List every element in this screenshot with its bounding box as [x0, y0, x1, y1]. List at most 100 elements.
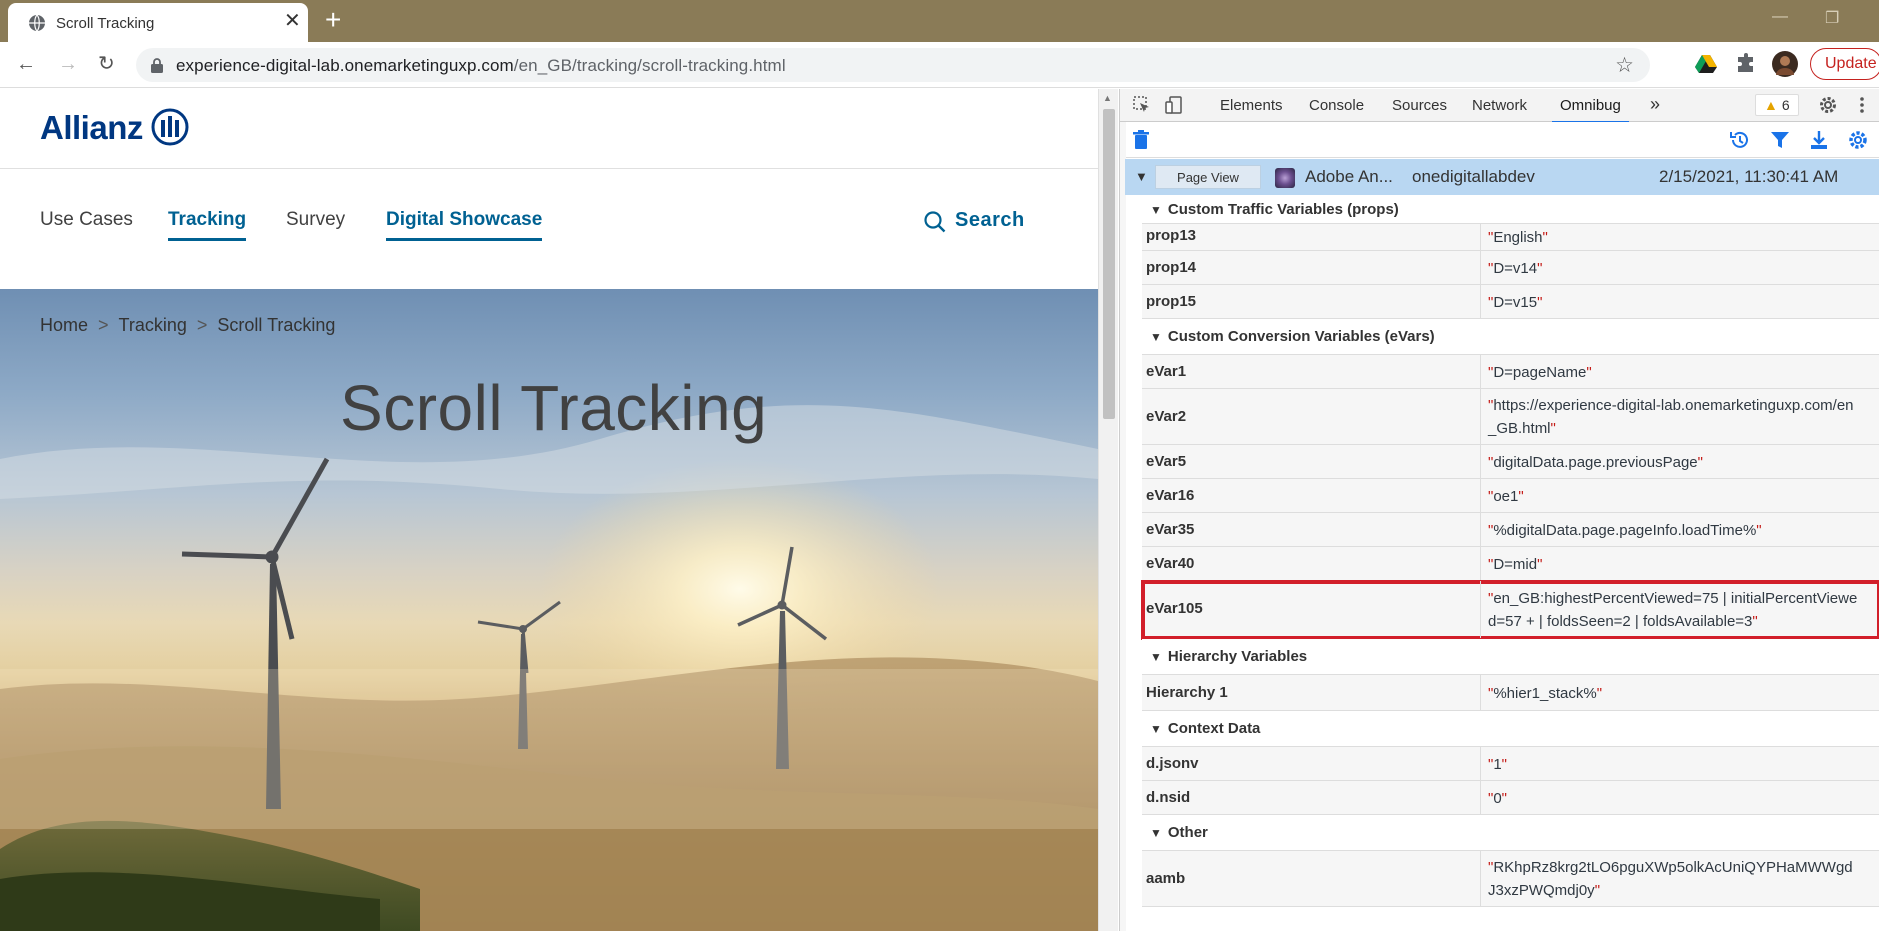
kebab-menu-icon[interactable]: [1852, 95, 1872, 115]
forward-icon[interactable]: →: [58, 52, 78, 76]
tab-elements[interactable]: Elements: [1220, 97, 1283, 114]
tab-sources[interactable]: Sources: [1392, 97, 1447, 114]
table-row: prop13 English: [1142, 224, 1879, 251]
new-tab-button[interactable]: +: [325, 6, 341, 34]
table-row: eVar1 D=pageName: [1142, 355, 1879, 389]
chevron-right-icon: >: [98, 315, 109, 335]
request-row[interactable]: ▼ Page View Adobe An... onedigitallabdev…: [1125, 159, 1879, 195]
tab-strip: Scroll Tracking ✕ + — ❐: [0, 0, 1879, 42]
var-key: d.nsid: [1146, 789, 1191, 806]
var-key: eVar16: [1146, 487, 1195, 504]
tab-console[interactable]: Console: [1309, 97, 1364, 114]
allianz-logo-text[interactable]: Allianz: [40, 109, 143, 147]
page-scrollbar[interactable]: ▲: [1098, 89, 1118, 931]
device-toolbar-icon[interactable]: [1164, 95, 1184, 115]
omnibug-settings-icon[interactable]: [1847, 129, 1869, 151]
inspect-element-icon[interactable]: [1132, 95, 1152, 115]
search-label: Search: [955, 209, 1025, 231]
nav-tracking[interactable]: Tracking: [168, 209, 247, 241]
table-row: prop14 D=v14: [1142, 251, 1879, 285]
breadcrumb-home[interactable]: Home: [40, 315, 88, 335]
expand-caret-icon: ▼: [1150, 650, 1162, 664]
browser-tab[interactable]: Scroll Tracking ✕: [8, 3, 308, 42]
warning-icon: ▲: [1764, 97, 1778, 113]
trash-icon[interactable]: [1130, 129, 1152, 151]
column-divider: [1480, 389, 1481, 444]
var-value: oe1: [1488, 485, 1860, 508]
bookmark-star-icon[interactable]: ☆: [1615, 53, 1634, 78]
nav-use-cases[interactable]: Use Cases: [40, 209, 133, 231]
section-other-header[interactable]: ▼ Other: [1142, 815, 1879, 851]
var-key: eVar5: [1146, 453, 1187, 470]
search-link[interactable]: Search: [924, 209, 1025, 233]
table-row: eVar16 oe1: [1142, 479, 1879, 513]
var-key: prop15: [1146, 293, 1197, 310]
account-name: onedigitallabdev: [1412, 167, 1535, 186]
restore-button[interactable]: ❐: [1825, 8, 1839, 28]
web-page: Allianz Use Cases Tracking Survey Digita…: [0, 89, 1098, 931]
column-divider: [1480, 251, 1481, 284]
hero-banner: Home > Tracking > Scroll Tracking Scroll Tra…: [0, 289, 1098, 931]
expand-caret-icon: ▼: [1150, 722, 1162, 736]
request-type-badge: Page View: [1155, 165, 1261, 189]
var-value: %digitalData.page.pageInfo.loadTime%: [1488, 519, 1860, 542]
var-key: prop14: [1146, 259, 1197, 276]
var-value: %hier1_stack%: [1488, 682, 1860, 705]
devtools-tab-bar: Elements Console Sources Network Omnibug…: [1120, 89, 1879, 123]
var-value: 1: [1488, 753, 1860, 776]
request-timestamp: 2/15/2021, 11:30:41 AM: [1659, 167, 1839, 186]
var-value: 0: [1488, 787, 1860, 810]
section-title: Custom Conversion Variables (eVars): [1167, 328, 1435, 345]
filter-icon[interactable]: [1769, 129, 1791, 151]
url-domain: experience-digital-lab.onemarketinguxp.c…: [176, 56, 514, 75]
page-title: Scroll Tracking: [340, 372, 768, 444]
omnibug-toolbar: [1120, 122, 1879, 158]
section-title: Custom Traffic Variables (props): [1167, 201, 1399, 218]
page-scrollbar-thumb[interactable]: [1103, 109, 1115, 419]
collapse-caret-icon[interactable]: ▼: [1135, 169, 1148, 184]
reload-icon[interactable]: ↻: [98, 52, 115, 76]
props-rows: prop13 English prop14 D=v14 prop15 D=v15: [1142, 224, 1879, 319]
drive-extension-icon[interactable]: [1694, 52, 1718, 76]
update-button[interactable]: Update: [1810, 48, 1879, 80]
var-value: digitalData.page.previousPage: [1488, 451, 1860, 474]
warnings-badge[interactable]: ▲ 6: [1755, 94, 1799, 116]
scroll-up-arrow-icon[interactable]: ▲: [1103, 93, 1112, 103]
site-header: Allianz: [0, 89, 1098, 169]
tab-omnibug[interactable]: Omnibug: [1552, 97, 1629, 123]
section-props-header[interactable]: ▼ Custom Traffic Variables (props): [1142, 195, 1879, 224]
more-tabs-icon[interactable]: »: [1650, 94, 1660, 115]
var-value: D=mid: [1488, 553, 1860, 576]
close-tab-icon[interactable]: ✕: [284, 11, 301, 31]
browser-window: Scroll Tracking ✕ + — ❐ ← → ↻ experience…: [0, 0, 1879, 931]
url-path: /en_GB/tracking/scroll-tracking.html: [513, 56, 786, 75]
expand-caret-icon: ▼: [1150, 330, 1162, 344]
column-divider: [1480, 355, 1481, 388]
column-divider: [1480, 581, 1481, 638]
history-icon[interactable]: [1729, 129, 1751, 151]
extensions-puzzle-icon[interactable]: [1734, 52, 1758, 76]
var-key: prop13: [1146, 227, 1197, 244]
minimize-button[interactable]: —: [1772, 8, 1788, 26]
section-context-header[interactable]: ▼ Context Data: [1142, 711, 1879, 747]
back-icon[interactable]: ←: [16, 52, 36, 76]
var-value: English: [1488, 226, 1860, 249]
expand-caret-icon: ▼: [1150, 203, 1162, 217]
download-icon[interactable]: [1808, 129, 1830, 151]
var-value: D=v14: [1488, 257, 1860, 280]
profile-avatar[interactable]: [1772, 51, 1798, 77]
nav-survey[interactable]: Survey: [286, 209, 345, 231]
provider-name: Adobe An...: [1305, 167, 1393, 186]
section-hierarchy-header[interactable]: ▼ Hierarchy Variables: [1142, 639, 1879, 675]
tab-network[interactable]: Network: [1472, 97, 1527, 114]
settings-gear-icon[interactable]: [1818, 95, 1838, 115]
nav-digital-showcase[interactable]: Digital Showcase: [386, 209, 543, 241]
breadcrumb-tracking[interactable]: Tracking: [119, 315, 187, 335]
address-bar[interactable]: experience-digital-lab.onemarketinguxp.c…: [136, 48, 1650, 82]
var-key: d.jsonv: [1146, 755, 1199, 772]
var-key: eVar105: [1146, 600, 1203, 617]
allianz-logo-icon[interactable]: [150, 107, 190, 147]
chevron-right-icon: >: [196, 315, 208, 335]
evars-rows: eVar1 D=pageName eVar2 https://experience-…: [1141, 355, 1879, 640]
section-evars-header[interactable]: ▼ Custom Conversion Variables (eVars): [1142, 319, 1879, 355]
